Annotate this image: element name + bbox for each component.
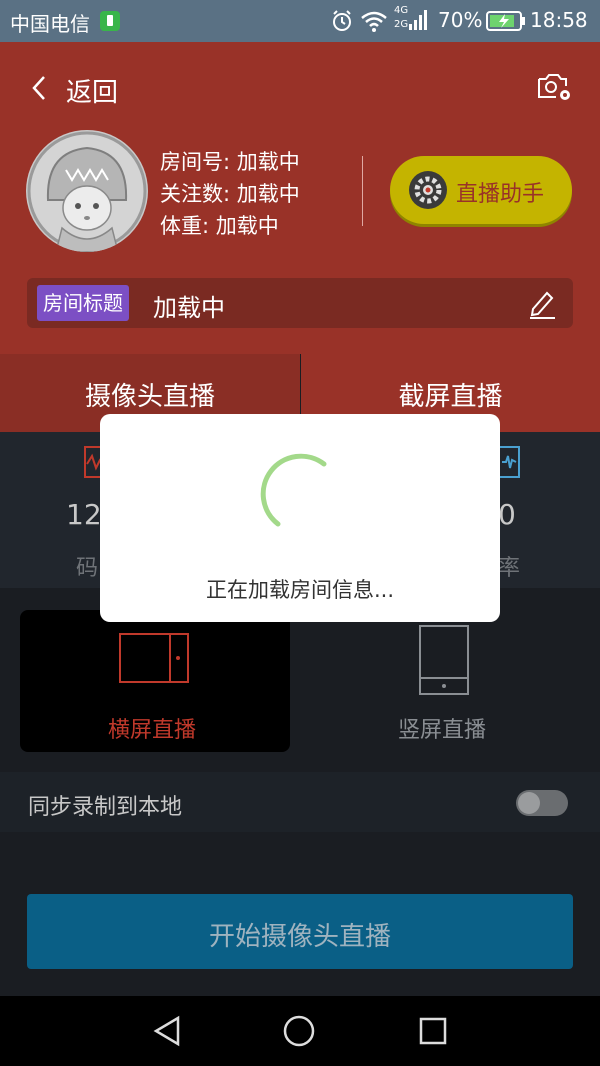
room-title-bar[interactable]: 房间标题 加载中	[27, 278, 573, 328]
bottom-area: 开始摄像头直播	[0, 832, 600, 996]
followers-count: 关注数: 加载中	[160, 182, 300, 206]
carrier-name: 中国电信	[10, 12, 90, 36]
portrait-label: 竖屏直播	[398, 718, 487, 743]
portrait-option[interactable]: 竖屏直播	[310, 610, 580, 752]
framerate-value: 0	[498, 498, 516, 531]
loading-message: 正在加载房间信息...	[205, 578, 395, 602]
bitrate-label: 码	[76, 556, 99, 581]
room-id: 房间号: 加载中	[160, 150, 300, 174]
wifi-icon	[361, 11, 387, 32]
signal-icon	[409, 10, 427, 30]
system-nav-bar	[0, 996, 600, 1066]
battery-percent: 70%	[438, 8, 483, 32]
nav-home-icon[interactable]	[282, 1014, 316, 1048]
start-live-label: 开始摄像头直播	[208, 922, 391, 952]
room-header: 返回 房间号: 加载中 关注数: 加载中 体重: 加载中 直播助手 房间标题 加…	[0, 42, 600, 354]
landscape-phone-icon	[119, 633, 189, 683]
record-local-row: 同步录制到本地	[0, 772, 600, 832]
clock-time: 18:58	[530, 8, 588, 32]
avatar[interactable]	[26, 130, 148, 252]
room-title-tag: 房间标题	[37, 285, 129, 321]
live-assistant-button[interactable]: 直播助手	[390, 156, 572, 224]
edit-icon[interactable]	[527, 287, 557, 319]
nav-back-icon[interactable]	[150, 1014, 184, 1048]
bitrate-value: 12	[66, 498, 102, 531]
landscape-option[interactable]: 横屏直播	[20, 610, 290, 752]
framerate-label: 率	[498, 556, 521, 581]
back-button[interactable]: 返回	[24, 68, 134, 108]
status-bar: 中国电信 4G 2G 70% 18:58	[0, 0, 600, 42]
avatar-image	[27, 131, 147, 252]
loading-dialog: 正在加载房间信息...	[100, 414, 500, 622]
gear-icon	[409, 171, 447, 209]
room-title-value: 加载中	[153, 294, 225, 322]
landscape-label: 横屏直播	[108, 718, 197, 743]
camera-settings-icon[interactable]	[536, 70, 574, 104]
framerate-icon	[498, 446, 520, 478]
portrait-phone-icon	[419, 625, 469, 695]
loading-spinner-icon	[260, 453, 327, 527]
vertical-divider	[362, 156, 363, 226]
room-weight: 体重: 加载中	[160, 214, 279, 238]
record-local-label: 同步录制到本地	[28, 795, 183, 820]
chevron-left-icon	[32, 76, 45, 100]
record-local-toggle[interactable]	[516, 790, 568, 816]
sim-icon	[100, 11, 120, 31]
tab-camera-live-label: 摄像头直播	[84, 382, 215, 412]
battery-charging-icon	[486, 11, 525, 31]
back-label: 返回	[66, 78, 119, 108]
alarm-icon	[333, 10, 351, 31]
network-4g: 4G	[394, 5, 409, 16]
live-assistant-label: 直播助手	[456, 182, 545, 207]
nav-recents-icon[interactable]	[416, 1014, 450, 1048]
start-live-button[interactable]: 开始摄像头直播	[27, 894, 573, 969]
toggle-knob	[518, 792, 540, 814]
tab-screen-live-label: 截屏直播	[398, 382, 503, 412]
network-2g: 2G	[394, 19, 409, 30]
